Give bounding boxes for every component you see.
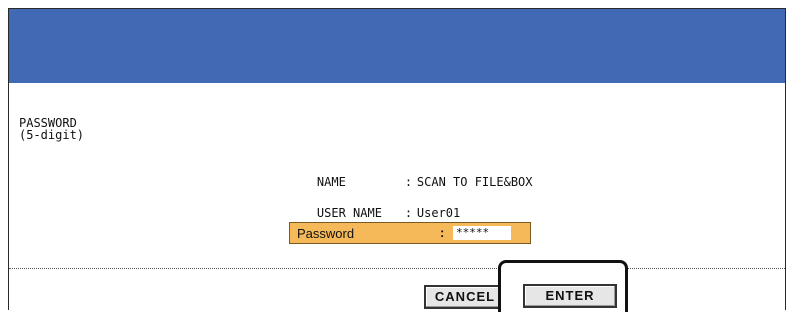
password-input[interactable]: ***** <box>453 226 511 240</box>
name-key: NAME <box>316 175 346 189</box>
name-value: SCAN TO FILE&BOX <box>416 175 533 189</box>
password-dialog: PASSWORD (5-digit) NAME: SCAN TO FILE&BOX… <box>8 8 786 310</box>
name-separator: : <box>404 175 413 189</box>
password-field-colon: : <box>440 225 445 240</box>
cancel-button[interactable]: CANCEL <box>424 285 506 309</box>
divider <box>9 268 785 269</box>
user-name-key: USER NAME <box>316 206 382 220</box>
user-name-separator: : <box>404 206 413 220</box>
password-field[interactable]: Password : ***** <box>289 222 531 244</box>
password-requirement-label: PASSWORD (5-digit) <box>19 116 85 142</box>
header-bar <box>9 9 785 83</box>
user-name-value: User01 <box>416 206 461 220</box>
enter-button[interactable]: ENTER <box>523 284 617 308</box>
password-field-label: Password <box>297 226 355 241</box>
